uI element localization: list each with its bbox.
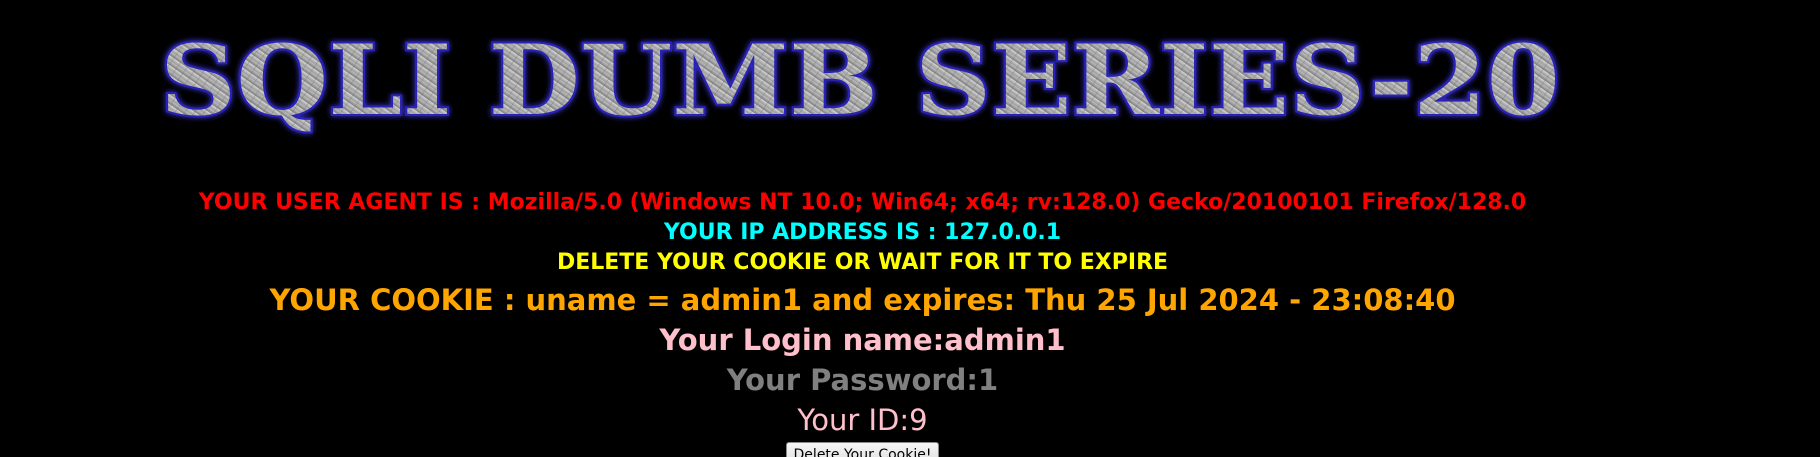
delete-cookie-form: Delete Your Cookie! — [0, 442, 1725, 457]
info-panel: YOUR USER AGENT IS : Mozilla/5.0 (Window… — [0, 188, 1725, 457]
banner-title: SQLI DUMB SERIES-20 — [160, 24, 1560, 137]
user-id-text: Your ID:9 — [797, 403, 928, 437]
banner-title-image: SQLI DUMB SERIES-20 — [158, 22, 1562, 139]
password-text: Your Password:1 — [726, 363, 999, 397]
delete-cookie-notice: DELETE YOUR COOKIE OR WAIT FOR IT TO EXP… — [556, 250, 1169, 275]
login-name-text: Your Login name:admin1 — [659, 323, 1066, 357]
cookie-text: YOUR COOKIE : uname = admin1 and expires… — [269, 283, 1456, 317]
user-agent-text: YOUR USER AGENT IS : Mozilla/5.0 (Window… — [198, 190, 1527, 215]
ip-address-text: YOUR IP ADDRESS IS : 127.0.0.1 — [663, 220, 1062, 245]
delete-cookie-button[interactable]: Delete Your Cookie! — [785, 442, 940, 457]
page: SQLI DUMB SERIES-20 YOUR USER AGENT IS :… — [0, 0, 1820, 457]
